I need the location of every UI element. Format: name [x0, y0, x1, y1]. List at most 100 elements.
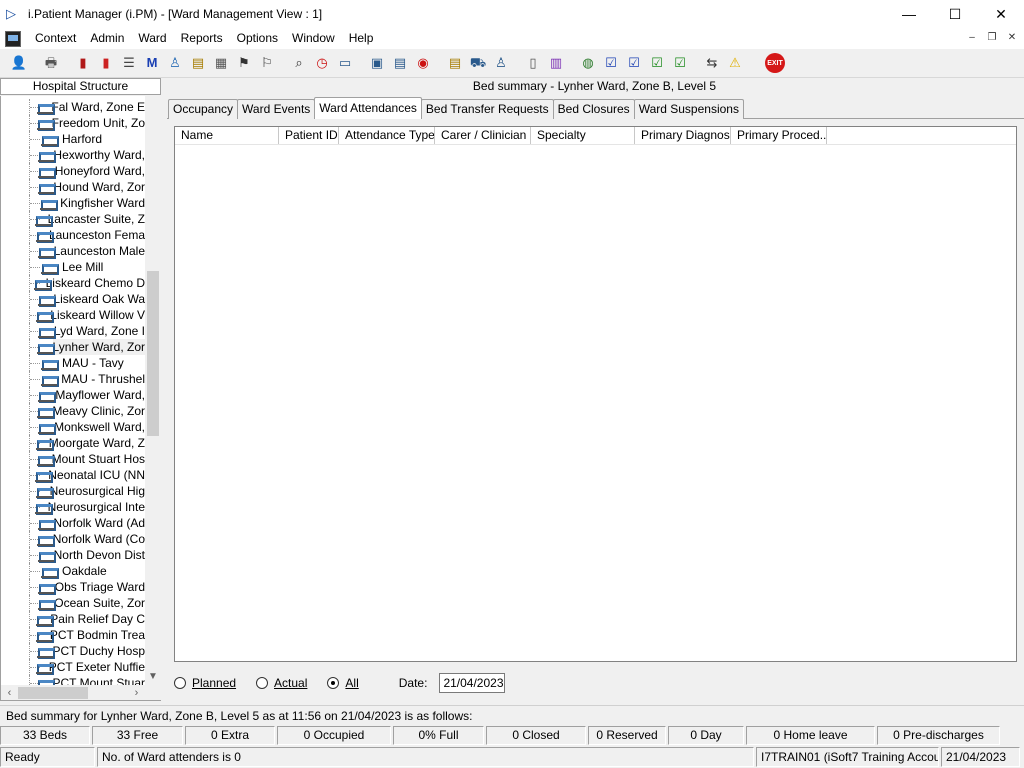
tree-item[interactable]: Norfolk Ward (Co: [1, 531, 145, 547]
maximize-button[interactable]: ☐: [932, 0, 978, 28]
tree-item[interactable]: Liskeard Willow V: [1, 307, 145, 323]
close-button[interactable]: ✕: [978, 0, 1024, 28]
scroll-down-icon[interactable]: ▼: [145, 668, 161, 685]
person-icon[interactable]: ♙: [164, 52, 186, 74]
tree-item[interactable]: North Devon Dist: [1, 547, 145, 563]
tree-item[interactable]: Honeyford Ward,: [1, 163, 145, 179]
column-specialty[interactable]: Specialty: [531, 127, 635, 144]
actual-label[interactable]: Actual: [274, 676, 307, 690]
tree-item[interactable]: Liskeard Oak Wa: [1, 291, 145, 307]
tree-item[interactable]: Harford: [1, 131, 145, 147]
tree-item[interactable]: Kingfisher Ward: [1, 195, 145, 211]
transfer-icon[interactable]: ⇆: [701, 52, 723, 74]
tree-item[interactable]: Monkswell Ward,: [1, 419, 145, 435]
column-primary-diagnosis[interactable]: Primary Diagnosis: [635, 127, 731, 144]
tree-item[interactable]: Lynher Ward, Zor: [1, 339, 145, 355]
tree-item[interactable]: Neurosurgical Inte: [1, 499, 145, 515]
tree-item[interactable]: PCT Exeter Nuffie: [1, 659, 145, 675]
all-label[interactable]: All: [345, 676, 358, 690]
all-radio[interactable]: [327, 677, 340, 689]
tree-item[interactable]: Meavy Clinic, Zor: [1, 403, 145, 419]
tree-item[interactable]: Hexworthy Ward,: [1, 147, 145, 163]
notepad-icon[interactable]: ▤: [187, 52, 209, 74]
tab-ward-events[interactable]: Ward Events: [237, 99, 316, 119]
ward-book-icon[interactable]: ▮: [72, 52, 94, 74]
tree-item[interactable]: Lee Mill: [1, 259, 145, 275]
tab-bed-transfer-requests[interactable]: Bed Transfer Requests: [420, 99, 554, 119]
tree-item[interactable]: Oakdale: [1, 563, 145, 579]
tree-item[interactable]: Freedom Unit, Zo: [1, 115, 145, 131]
tree-item[interactable]: Lancaster Suite, Z: [1, 211, 145, 227]
monitor-icon[interactable]: ▭: [334, 52, 356, 74]
date-field[interactable]: 21/04/2023: [439, 673, 506, 693]
scroll-left-icon[interactable]: ‹: [1, 685, 18, 700]
tree-vscroll-thumb[interactable]: [147, 271, 159, 436]
tree-item[interactable]: Pain Relief Day C: [1, 611, 145, 627]
tree-item[interactable]: MAU - Tavy: [1, 355, 145, 371]
green-list-icon[interactable]: ☑: [669, 52, 691, 74]
planned-radio[interactable]: [174, 677, 186, 689]
form-icon[interactable]: ▦: [210, 52, 232, 74]
tree-item[interactable]: Fal Ward, Zone E: [1, 99, 145, 115]
tab-occupancy[interactable]: Occupancy: [168, 99, 239, 119]
image-icon[interactable]: ▣: [366, 52, 388, 74]
checklist-icon[interactable]: ☑: [600, 52, 622, 74]
tree-item[interactable]: Neonatal ICU (NN: [1, 467, 145, 483]
list-icon[interactable]: ☰: [118, 52, 140, 74]
menu-help[interactable]: Help: [342, 28, 381, 49]
column-patient-id[interactable]: Patient ID: [279, 127, 339, 144]
tree-vertical-scrollbar[interactable]: ▼: [145, 96, 161, 685]
book-red-icon[interactable]: ▮: [95, 52, 117, 74]
tree-item[interactable]: MAU - Thrushel: [1, 371, 145, 387]
tree-item[interactable]: Ocean Suite, Zor: [1, 595, 145, 611]
tree-item[interactable]: Hound Ward, Zor: [1, 179, 145, 195]
tab-ward-attendances[interactable]: Ward Attendances: [314, 97, 422, 119]
mdi-restore-button[interactable]: ❐: [982, 30, 1002, 46]
flag-icon[interactable]: ⚐: [256, 52, 278, 74]
scroll-right-icon[interactable]: ›: [128, 685, 145, 700]
exit-button[interactable]: EXIT: [765, 53, 785, 73]
tree-item[interactable]: Mount Stuart Hos: [1, 451, 145, 467]
menu-window[interactable]: Window: [285, 28, 342, 49]
menu-ward[interactable]: Ward: [131, 28, 173, 49]
m-icon[interactable]: M: [141, 52, 163, 74]
menu-reports[interactable]: Reports: [174, 28, 230, 49]
tree-horizontal-scrollbar[interactable]: ‹ ›: [1, 685, 161, 700]
tree-hscroll-thumb[interactable]: [18, 687, 88, 699]
column-name[interactable]: Name: [175, 127, 279, 144]
tab-ward-suspensions[interactable]: Ward Suspensions: [633, 99, 744, 119]
menu-context[interactable]: Context: [28, 28, 83, 49]
tree-item[interactable]: Norfolk Ward (Ad: [1, 515, 145, 531]
column-carer-clinician[interactable]: Carer / Clinician: [435, 127, 531, 144]
tree-header[interactable]: Hospital Structure: [0, 78, 161, 95]
clock-icon[interactable]: ◷: [311, 52, 333, 74]
report-icon[interactable]: ▤: [389, 52, 411, 74]
person-pc-icon[interactable]: ♙: [490, 52, 512, 74]
actual-radio[interactable]: [256, 677, 269, 689]
hospital-structure-tree[interactable]: Fal Ward, Zone E Freedom Unit, Zo Harford H…: [0, 96, 161, 701]
mdi-close-button[interactable]: ✕: [1002, 30, 1022, 46]
cd-icon[interactable]: ◉: [412, 52, 434, 74]
tree-item[interactable]: Moorgate Ward, Z: [1, 435, 145, 451]
flag-arrow-icon[interactable]: ⚑: [233, 52, 255, 74]
minimize-button[interactable]: —: [886, 0, 932, 28]
check-doc-icon[interactable]: ☑: [623, 52, 645, 74]
tree-item[interactable]: PCT Bodmin Trea: [1, 627, 145, 643]
planned-label[interactable]: Planned: [192, 676, 236, 690]
ward-attendances-list[interactable]: Name Patient ID Attendance Type Carer / …: [174, 126, 1017, 662]
menu-admin[interactable]: Admin: [83, 28, 131, 49]
printer-icon[interactable]: 🖶: [40, 52, 62, 74]
tab-bed-closures[interactable]: Bed Closures: [552, 99, 635, 119]
tree-item[interactable]: Obs Triage Ward: [1, 579, 145, 595]
tree-item[interactable]: PCT Duchy Hosp: [1, 643, 145, 659]
tree-item[interactable]: Launceston Fema: [1, 227, 145, 243]
mdi-minimize-button[interactable]: –: [962, 30, 982, 46]
tree-item[interactable]: Launceston Male: [1, 243, 145, 259]
document-icon[interactable]: ▯: [522, 52, 544, 74]
mdi-child-icon[interactable]: [5, 30, 21, 47]
globe-icon[interactable]: ◍: [577, 52, 599, 74]
tree-item[interactable]: Mayflower Ward,: [1, 387, 145, 403]
patient-search-icon[interactable]: 👤: [8, 52, 30, 74]
warning-icon[interactable]: ⚠: [724, 52, 746, 74]
menu-options[interactable]: Options: [230, 28, 285, 49]
